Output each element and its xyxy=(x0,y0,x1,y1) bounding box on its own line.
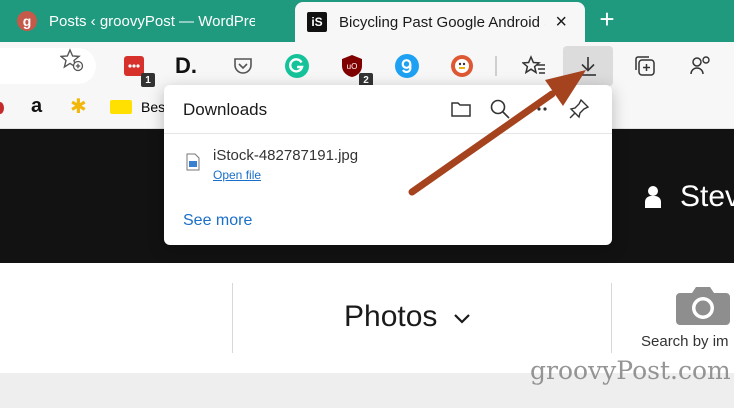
toolbar: 1 D. uO 2 xyxy=(0,42,734,90)
ublock-icon[interactable]: uO 2 xyxy=(337,51,373,87)
amazon-icon[interactable]: a xyxy=(31,95,42,118)
image-file-icon xyxy=(186,153,200,171)
downloads-button[interactable] xyxy=(563,46,613,86)
watermark: groovyPost.com xyxy=(530,356,731,385)
tab-groovypost-posts[interactable]: g Posts ‹ groovyPost — WordPress xyxy=(0,0,290,42)
bestbuy-tag-icon xyxy=(110,100,132,114)
folder-icon[interactable] xyxy=(450,98,472,120)
tab-bicycling-past-google[interactable]: iS Bicycling Past Google Android S × xyxy=(295,2,585,42)
divider xyxy=(232,283,233,353)
extension-badge: 1 xyxy=(141,73,155,87)
pocket-icon[interactable] xyxy=(228,51,258,81)
search-icon[interactable] xyxy=(489,98,511,120)
photos-label: Photos xyxy=(344,300,438,333)
bookmark-bestbuy[interactable]: Bes xyxy=(141,99,165,115)
toolbar-separator xyxy=(495,56,497,76)
add-favorite-icon[interactable] xyxy=(60,48,84,72)
svg-text:uO: uO xyxy=(347,62,358,71)
chevron-down-icon xyxy=(453,314,470,324)
tab-title: Posts ‹ groovyPost — WordPress xyxy=(49,12,255,30)
tab-strip: g Posts ‹ groovyPost — WordPress iS Bicy… xyxy=(0,0,734,42)
tab-title: Bicycling Past Google Android S xyxy=(339,13,545,31)
divider xyxy=(611,283,612,353)
collections-icon[interactable] xyxy=(630,51,660,81)
more-options-icon[interactable] xyxy=(528,98,550,120)
dev-label: D. xyxy=(175,53,197,78)
downloads-title: Downloads xyxy=(183,100,268,119)
dev-icon[interactable]: D. xyxy=(171,51,201,81)
search-by-image-label[interactable]: Search by im xyxy=(641,333,729,350)
duckduckgo-icon[interactable] xyxy=(447,51,477,81)
close-tab-icon[interactable]: × xyxy=(555,12,567,32)
profile-sync-icon[interactable] xyxy=(686,51,716,81)
download-icon xyxy=(580,57,596,76)
groovypost-favicon-icon: g xyxy=(17,11,37,31)
bookmark-partial-icon[interactable] xyxy=(0,102,4,114)
walmart-icon[interactable]: ✱ xyxy=(70,94,87,119)
user-icon xyxy=(645,186,661,208)
todoist-icon[interactable]: 1 xyxy=(119,51,155,87)
camera-icon[interactable] xyxy=(674,283,732,325)
photos-dropdown[interactable]: Photos xyxy=(344,300,472,334)
glasp-icon[interactable] xyxy=(392,51,422,81)
pin-icon[interactable] xyxy=(568,98,590,120)
see-more-link[interactable]: See more xyxy=(183,212,252,230)
user-name[interactable]: Stev xyxy=(680,180,734,214)
downloads-header: Downloads xyxy=(164,85,612,134)
download-file-name[interactable]: iStock-482787191.jpg xyxy=(213,147,358,164)
grammarly-icon[interactable] xyxy=(282,51,312,81)
open-file-link[interactable]: Open file xyxy=(213,168,261,182)
new-tab-button[interactable]: + xyxy=(593,6,621,34)
istock-favicon-icon: iS xyxy=(307,12,327,32)
favorites-icon[interactable] xyxy=(519,51,549,81)
downloads-flyout: Downloads iStock-482787191.jpg Open file… xyxy=(164,85,612,245)
